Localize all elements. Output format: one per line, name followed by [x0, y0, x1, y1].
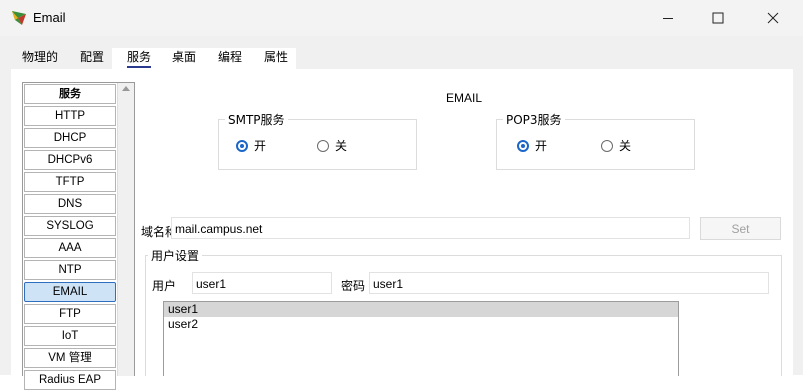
- minimize-icon: [663, 18, 673, 19]
- close-icon: [767, 12, 779, 24]
- radio-selected-icon: [517, 139, 529, 152]
- user-settings-legend: 用户设置: [148, 247, 203, 264]
- smtp-service-legend: SMTP服务: [225, 111, 288, 128]
- services-panel: 服务 HTTP DHCP DHCPv6 TFTP DNS SYSLOG AAA …: [11, 69, 793, 390]
- smtp-on-radio[interactable]: 开: [236, 137, 266, 154]
- sidebar-item-dhcpv6[interactable]: DHCPv6: [24, 150, 116, 170]
- radio-unselected-icon: [317, 139, 329, 152]
- smtp-off-label: 关: [335, 139, 348, 153]
- packet-tracer-icon: [12, 11, 26, 25]
- tab-services[interactable]: 服务: [127, 48, 152, 68]
- pop3-service-group: POP3服务 开 关: [496, 111, 695, 170]
- sidebar-item-dhcp[interactable]: DHCP: [24, 128, 116, 148]
- tab-physical[interactable]: 物理的: [22, 48, 58, 65]
- service-list: 服务 HTTP DHCP DHCPv6 TFTP DNS SYSLOG AAA …: [24, 84, 116, 392]
- window-body: 物理的 配置 服务 桌面 编程 属性 服务 HTTP DHCP DHCPv6 T…: [0, 36, 803, 390]
- radio-selected-icon: [236, 139, 248, 152]
- sidebar-item-vm-management[interactable]: VM 管理: [24, 348, 116, 368]
- email-content: EMAIL SMTP服务 开 关 POP3服务 开 关 域名称: mail.ca…: [135, 69, 793, 376]
- sidebar-item-radius-eap[interactable]: Radius EAP: [24, 370, 116, 390]
- sidebar-scrollbar[interactable]: [117, 83, 134, 376]
- user-list-item[interactable]: user1: [164, 302, 678, 317]
- sidebar-item-aaa[interactable]: AAA: [24, 238, 116, 258]
- pop3-on-label: 开: [535, 139, 548, 153]
- smtp-on-label: 开: [254, 139, 267, 153]
- user-list-item[interactable]: user2: [164, 317, 678, 332]
- title-bar: Email: [0, 0, 803, 36]
- sidebar-item-email[interactable]: EMAIL: [24, 282, 116, 302]
- sidebar-item-iot[interactable]: IoT: [24, 326, 116, 346]
- maximize-icon: [712, 12, 724, 24]
- pop3-service-legend: POP3服务: [503, 111, 565, 128]
- tab-programming[interactable]: 编程: [218, 48, 242, 65]
- scroll-up-arrow-icon[interactable]: [122, 86, 130, 91]
- sidebar-item-ftp[interactable]: FTP: [24, 304, 116, 324]
- password-label: 密码: [341, 279, 366, 293]
- tab-config[interactable]: 配置: [80, 48, 104, 65]
- tab-desktop[interactable]: 桌面: [172, 48, 196, 65]
- smtp-off-radio[interactable]: 关: [317, 137, 347, 154]
- window-title: Email: [33, 10, 66, 25]
- user-input[interactable]: user1: [192, 272, 332, 294]
- user-listbox[interactable]: user1 user2: [163, 301, 679, 376]
- tab-attributes[interactable]: 属性: [264, 48, 288, 65]
- sidebar-item-syslog[interactable]: SYSLOG: [24, 216, 116, 236]
- radio-unselected-icon: [601, 139, 613, 152]
- maximize-button[interactable]: [695, 0, 741, 36]
- domain-name-input[interactable]: mail.campus.net: [171, 217, 690, 239]
- minimize-button[interactable]: [645, 0, 691, 36]
- set-button[interactable]: Set: [700, 217, 781, 240]
- close-button[interactable]: [750, 0, 796, 36]
- email-section-title: EMAIL: [445, 91, 482, 105]
- pop3-off-radio[interactable]: 关: [601, 137, 631, 154]
- pop3-off-label: 关: [619, 139, 632, 153]
- pop3-on-radio[interactable]: 开: [517, 137, 547, 154]
- sidebar-item-http[interactable]: HTTP: [24, 106, 116, 126]
- password-input[interactable]: user1: [369, 272, 769, 294]
- smtp-service-group: SMTP服务 开 关: [218, 111, 417, 170]
- user-label: 用户: [152, 279, 177, 293]
- services-sidebar: 服务 HTTP DHCP DHCPv6 TFTP DNS SYSLOG AAA …: [22, 82, 135, 390]
- sidebar-item-tftp[interactable]: TFTP: [24, 172, 116, 192]
- sidebar-item-services-header: 服务: [24, 84, 116, 104]
- sidebar-item-ntp[interactable]: NTP: [24, 260, 116, 280]
- sidebar-item-dns[interactable]: DNS: [24, 194, 116, 214]
